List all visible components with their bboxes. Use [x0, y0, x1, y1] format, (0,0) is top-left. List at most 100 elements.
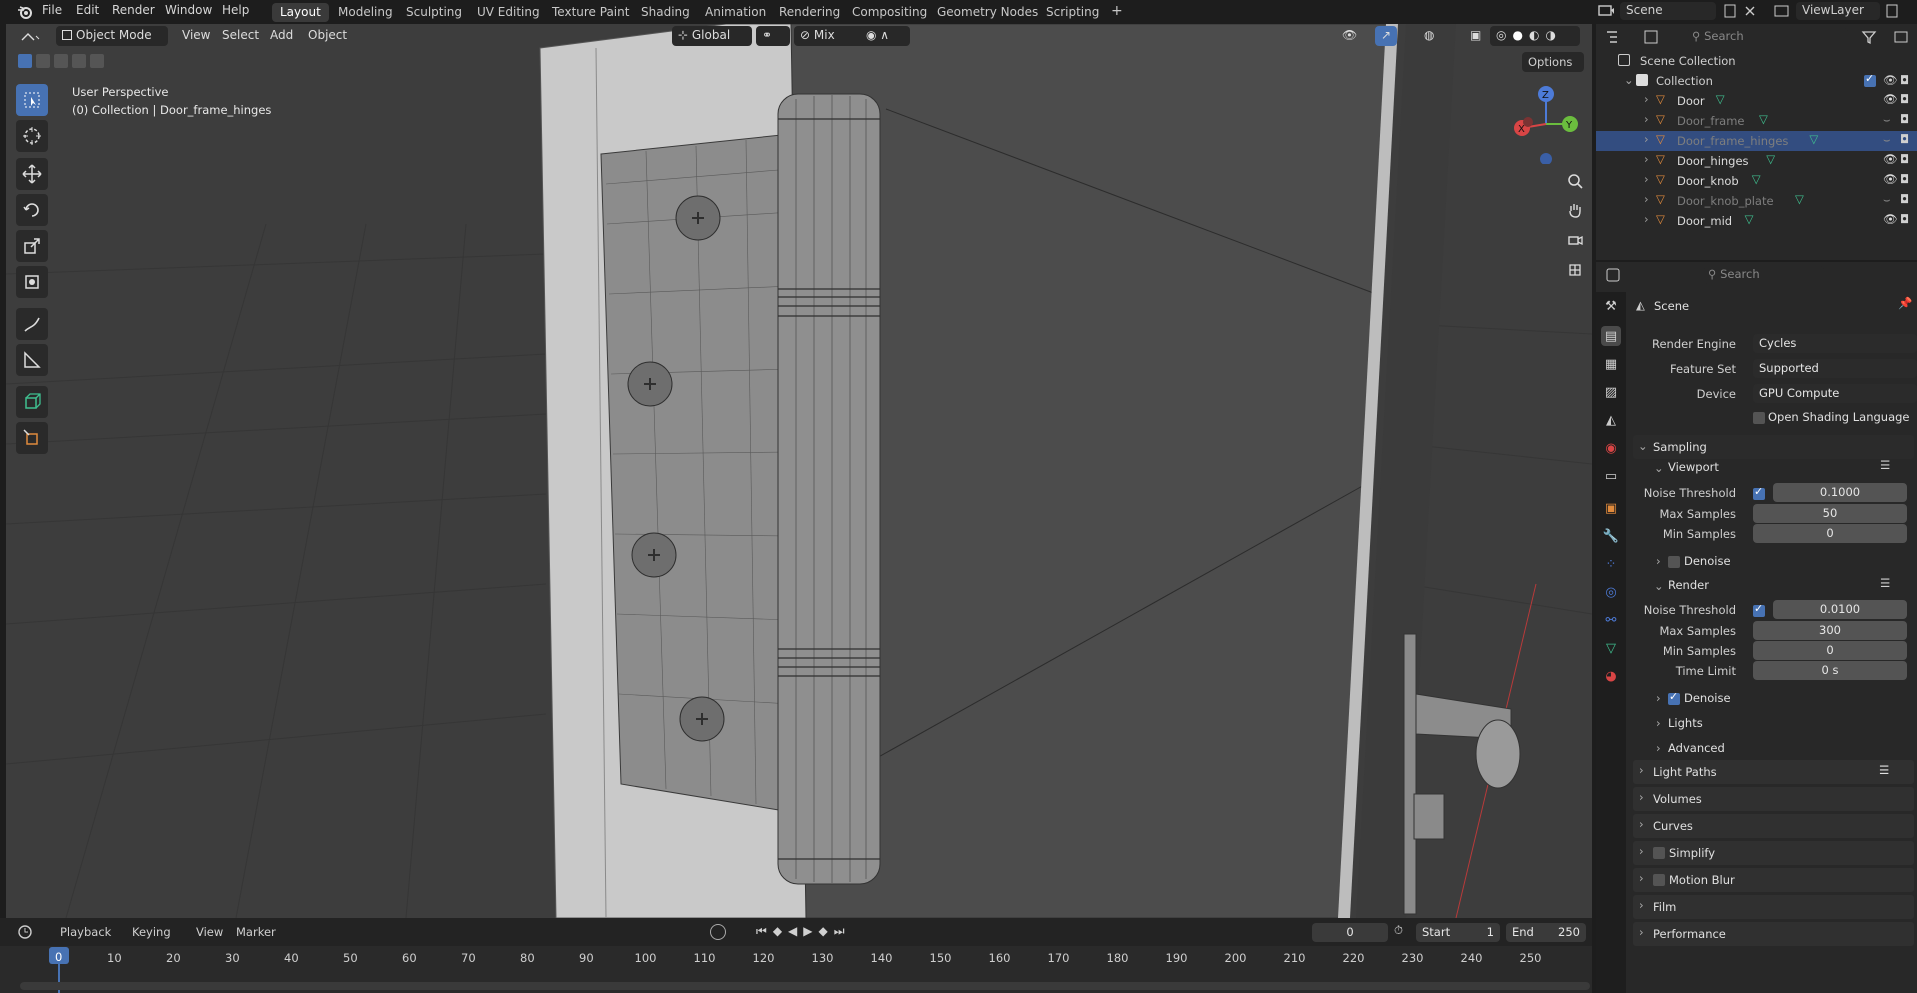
pivot-selector[interactable]: ⚭ [756, 26, 790, 46]
move-tool[interactable] [16, 158, 48, 190]
viewport-denoise-label[interactable]: Denoise [1684, 554, 1731, 568]
material-tab-icon[interactable]: ◕ [1601, 666, 1621, 686]
chevron-right-icon[interactable]: › [1644, 172, 1649, 186]
list-icon[interactable]: ☰ [1880, 576, 1890, 590]
camera-icon[interactable]: ◘ [1900, 112, 1909, 126]
view-layer-icon[interactable] [1772, 2, 1792, 20]
chevron-right-icon[interactable]: › [1644, 192, 1649, 206]
tab-layout[interactable]: Layout [272, 3, 329, 22]
render-engine-dropdown[interactable]: Cycles [1753, 334, 1917, 353]
jump-end-icon[interactable]: ⏭ [834, 924, 845, 940]
render-denoise-checkbox[interactable] [1668, 690, 1680, 705]
camera-icon[interactable]: ◘ [1900, 73, 1909, 87]
render-noise-threshold-checkbox[interactable] [1753, 602, 1765, 617]
new-scene-icon[interactable] [1722, 2, 1738, 20]
proportional-edit[interactable]: ◉ ∧ [860, 26, 910, 46]
menu-help[interactable]: Help [222, 3, 249, 17]
viewport-denoise-checkbox[interactable] [1668, 556, 1680, 568]
lights-subpanel-label[interactable]: Lights [1668, 716, 1703, 730]
eye-icon[interactable]: 👁 [1883, 172, 1898, 186]
add-cube-tool[interactable] [16, 386, 48, 418]
measure-tool[interactable] [16, 344, 48, 376]
outliner-item[interactable]: › ▽ Door_knob_plate ▽ ⌣ ◘ [1596, 191, 1917, 211]
viewport-scene[interactable] [6, 24, 1592, 918]
overlay-icon[interactable]: ◍ [1418, 26, 1442, 46]
eye-icon[interactable]: 👁 [1883, 212, 1898, 226]
select-box-tool[interactable] [16, 84, 48, 116]
filter-icon[interactable] [1860, 28, 1880, 46]
tab-uv-editing[interactable]: UV Editing [469, 3, 548, 22]
viewport-noise-threshold-checkbox[interactable] [1753, 485, 1765, 500]
object-tab-icon[interactable]: ▣ [1601, 498, 1621, 518]
menu-marker[interactable]: Marker [236, 925, 276, 939]
current-frame-field[interactable]: 0 [1312, 923, 1388, 942]
tab-modeling[interactable]: Modeling [330, 3, 401, 22]
camera-icon[interactable]: ◘ [1900, 132, 1909, 146]
tab-animation[interactable]: Animation [697, 3, 774, 22]
physics-tab-icon[interactable]: ◎ [1601, 582, 1621, 602]
display-mode-icon[interactable] [1642, 28, 1670, 46]
view-layer-selector[interactable]: ViewLayer [1796, 2, 1880, 20]
panel-header[interactable]: › Performance [1633, 922, 1914, 946]
camera-icon[interactable]: ◘ [1900, 172, 1909, 186]
xray-icon[interactable]: ▣ [1464, 26, 1484, 46]
pin-icon[interactable]: 📌 [1898, 296, 1912, 310]
annotate-tool[interactable] [16, 308, 48, 340]
time-limit-field[interactable]: 0 s [1753, 661, 1907, 680]
panel-enable-checkbox[interactable] [1653, 847, 1665, 859]
tab-geometry-nodes[interactable]: Geometry Nodes [929, 3, 1046, 22]
outliner-item[interactable]: › ▽ Door_knob ▽ 👁 ◘ [1596, 171, 1917, 191]
eye-icon[interactable]: 👁 [1883, 92, 1898, 106]
shading-wireframe-icon[interactable]: ◎ [1496, 28, 1506, 42]
select-extend-icon[interactable] [36, 54, 50, 68]
outliner[interactable]: ⚲ Search Scene Collection ⌄ Collection 👁… [1596, 24, 1917, 260]
tab-compositing[interactable]: Compositing [844, 3, 935, 22]
view-layer-tab-icon[interactable]: ▨ [1601, 382, 1621, 402]
add-object-tool[interactable] [16, 422, 48, 454]
visibility-icon[interactable]: 👁 [1336, 26, 1364, 46]
viewport-subpanel-label[interactable]: Viewport [1668, 460, 1719, 474]
panel-header[interactable]: › Light Paths ☰ [1633, 760, 1914, 784]
play-icon[interactable]: ▶ [803, 924, 812, 940]
start-frame-field[interactable]: Start 1 [1416, 923, 1500, 942]
outliner-search[interactable]: ⚲ Search [1688, 28, 1848, 46]
select-invert-icon[interactable] [72, 54, 86, 68]
menu-timeline-view[interactable]: View [196, 925, 223, 939]
render-noise-threshold-field[interactable]: 0.0100 [1773, 600, 1907, 619]
shading-modes[interactable]: ◎ ● ◐ ◑ [1490, 26, 1580, 46]
scene-selector[interactable]: Scene [1620, 2, 1716, 20]
jump-start-icon[interactable]: ⏮ [756, 924, 767, 940]
feature-set-dropdown[interactable]: Supported [1753, 359, 1917, 378]
select-new-icon[interactable] [18, 54, 32, 68]
tab-sculpting[interactable]: Sculpting [398, 3, 470, 22]
tab-rendering[interactable]: Rendering [771, 3, 848, 22]
new-collection-icon[interactable] [1892, 28, 1912, 46]
camera-icon[interactable]: ◘ [1900, 212, 1909, 226]
properties-editor-icon[interactable] [1604, 266, 1632, 284]
panel-header[interactable]: › Motion Blur [1633, 868, 1914, 892]
next-keyframe-icon[interactable]: ◆ [819, 924, 828, 940]
panel-header[interactable]: › Curves [1633, 814, 1914, 838]
camera-icon[interactable]: ◘ [1900, 152, 1909, 166]
viewport-max-samples-field[interactable]: 50 [1753, 504, 1907, 523]
outliner-item[interactable]: › ▽ Door_frame_hinges ▽ ⌣ ◘ [1596, 131, 1917, 151]
list-icon[interactable]: ☰ [1880, 458, 1890, 472]
collection-row[interactable]: ⌄ Collection 👁 ◘ [1596, 71, 1917, 91]
zoom-icon[interactable] [1563, 169, 1587, 193]
chevron-right-icon[interactable]: › [1644, 112, 1649, 126]
outliner-editor-icon[interactable] [1604, 28, 1632, 46]
select-intersect-icon[interactable] [90, 54, 104, 68]
mode-selector[interactable]: Object Mode [56, 26, 168, 46]
menu-view[interactable]: View [176, 26, 216, 46]
menu-add[interactable]: Add [264, 26, 299, 46]
render-denoise-label[interactable]: Denoise [1684, 691, 1731, 705]
rotate-tool[interactable] [16, 194, 48, 226]
tab-shading[interactable]: Shading [633, 3, 698, 22]
gizmo-toggle-icon[interactable]: ↗ [1375, 26, 1397, 46]
auto-keying-icon[interactable] [710, 924, 726, 940]
properties-editor[interactable]: ⚲ Search ⚒ ▤ ▦ ▨ ◭ ◉ ▭ ▣ 🔧 ⁘ ◎ ⚯ ▽ ◕ ◭ S… [1596, 262, 1917, 993]
3d-viewport[interactable]: Object Mode View Select Add Object ⊹ Glo… [6, 24, 1592, 918]
menu-playback[interactable]: Playback [60, 925, 111, 939]
stopwatch-icon[interactable]: ⏱ [1394, 923, 1403, 938]
scale-tool[interactable] [16, 230, 48, 262]
